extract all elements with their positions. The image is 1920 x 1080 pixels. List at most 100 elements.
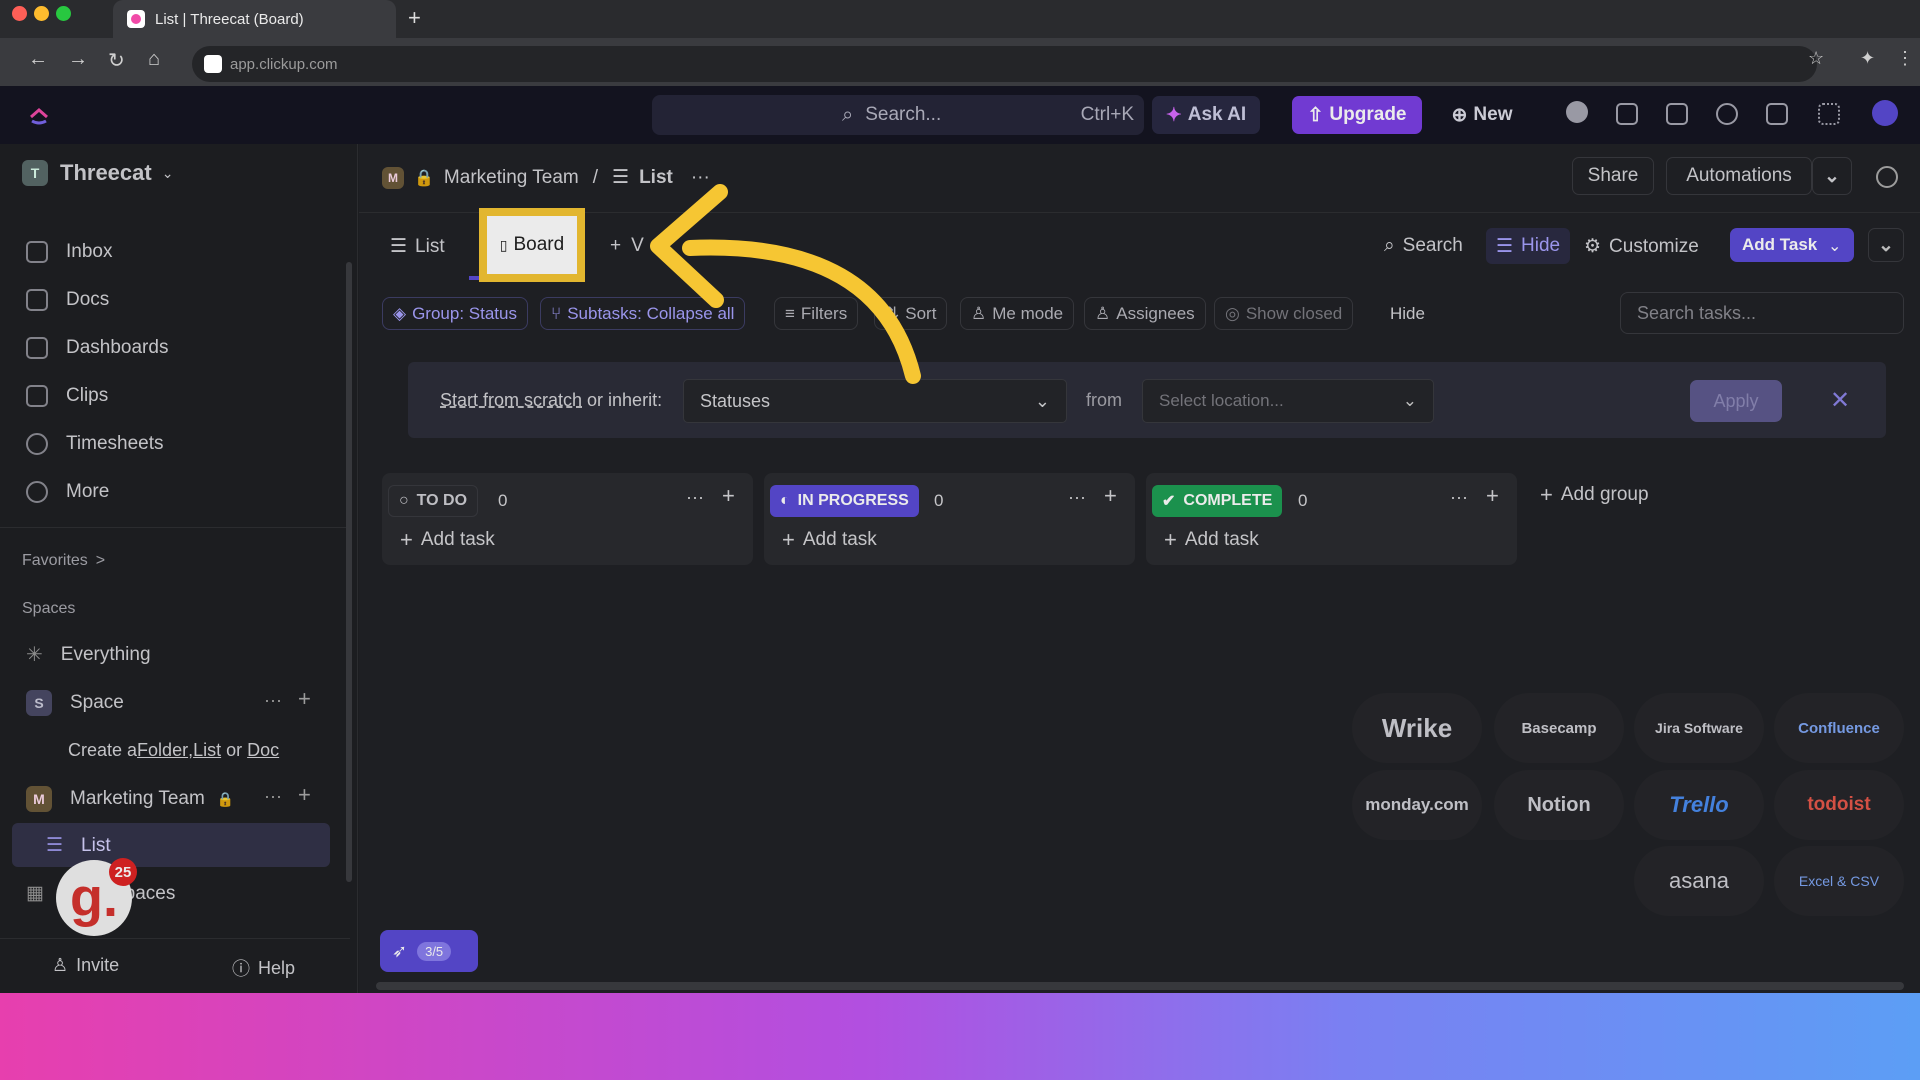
help-button[interactable]: ⓘ Help	[232, 955, 295, 981]
sidebar-divider	[0, 527, 350, 528]
clickup-favicon-icon	[127, 10, 145, 28]
home-icon[interactable]: ⌂	[148, 48, 160, 71]
tutorial-arrow-icon	[650, 184, 921, 384]
space-more-icon[interactable]: ···	[264, 690, 282, 711]
team-add-icon[interactable]: +	[298, 782, 311, 808]
group-status-chip[interactable]: ◈ Group: Status	[382, 297, 528, 330]
create-doc-link[interactable]: Doc	[247, 740, 279, 761]
sidebar-item-inbox[interactable]: Inbox	[26, 241, 112, 263]
global-search-input[interactable]: ⌕ Search... Ctrl+K	[652, 95, 1144, 135]
sidebar-item-timesheets[interactable]: Timesheets	[26, 433, 164, 455]
bookmark-star-icon[interactable]: ☆	[1808, 48, 1824, 69]
apps-grid-icon[interactable]	[1818, 103, 1840, 125]
gear-icon: ⚙	[1584, 236, 1602, 257]
hide-filter-button[interactable]: Hide	[1390, 304, 1425, 324]
sidebar-item-everything[interactable]: ✳ Everything	[26, 642, 151, 667]
wrike-logo[interactable]: Wrike	[1352, 693, 1482, 763]
excel-csv-logo[interactable]: Excel & CSV	[1774, 846, 1904, 916]
space-add-icon[interactable]: +	[298, 686, 311, 712]
jira-logo[interactable]: Jira Software	[1634, 693, 1764, 763]
customize-button[interactable]: ⚙ Customize	[1584, 235, 1699, 258]
reload-icon[interactable]: ↻	[108, 48, 125, 73]
hide-button[interactable]: ☰ Hide	[1486, 228, 1571, 264]
column-more-icon[interactable]: ···	[1068, 487, 1086, 508]
notion-logo[interactable]: Notion	[1494, 770, 1624, 840]
add-task-link[interactable]: + Add task	[782, 527, 877, 553]
add-task-link[interactable]: + Add task	[400, 527, 495, 553]
user-avatar[interactable]	[1872, 100, 1898, 126]
tab-board[interactable]: ▯ Board	[487, 216, 577, 274]
column-add-icon[interactable]: +	[1104, 483, 1117, 509]
notepad-icon[interactable]	[1616, 103, 1638, 125]
onboarding-checklist-button[interactable]: ➶ 3/5	[380, 930, 478, 972]
close-icon[interactable]: ✕	[1830, 386, 1850, 415]
video-icon[interactable]	[1666, 103, 1688, 125]
new-tab-button[interactable]: +	[408, 5, 421, 31]
progress-icon: ◐	[780, 492, 790, 509]
status-badge: ○ TO DO	[388, 485, 479, 517]
automations-dropdown-icon[interactable]: ⌄	[1812, 157, 1852, 195]
workspace-switcher[interactable]: T Threecat ⌄	[22, 160, 173, 186]
sidebar-scrollbar[interactable]	[346, 262, 352, 882]
forward-icon[interactable]: →	[68, 48, 88, 71]
add-view-button[interactable]: + V	[610, 235, 644, 257]
alarm-icon[interactable]	[1716, 103, 1738, 125]
basecamp-logo[interactable]: Basecamp	[1494, 693, 1624, 763]
assignees-chip[interactable]: ♙ Assignees	[1084, 297, 1206, 330]
back-icon[interactable]: ←	[28, 48, 48, 71]
breadcrumb-team[interactable]: Marketing Team	[444, 167, 579, 189]
sidebar-item-list[interactable]: ☰ List	[46, 834, 111, 857]
location-select[interactable]: Select location... ⌄	[1142, 379, 1434, 423]
ask-ai-button[interactable]: ✦ Ask AI	[1152, 96, 1260, 134]
maximize-window-button[interactable]	[56, 6, 71, 21]
extensions-icon[interactable]: ✦	[1860, 48, 1875, 69]
layers-icon: ◈	[393, 303, 407, 323]
clickup-logo-icon[interactable]	[28, 103, 50, 125]
column-more-icon[interactable]: ···	[686, 487, 704, 508]
check-circle-icon[interactable]	[1566, 101, 1588, 123]
create-folder-link[interactable]: Folder	[137, 740, 188, 761]
column-add-icon[interactable]: +	[1486, 483, 1499, 509]
browser-tab[interactable]: List | Threecat (Board)	[113, 0, 396, 38]
sidebar-item-space[interactable]: S Space	[26, 690, 124, 716]
sidebar-item-clips[interactable]: Clips	[26, 385, 108, 407]
collapse-toolbar-icon[interactable]: ⌄	[1868, 228, 1904, 262]
sidebar-item-dashboards[interactable]: Dashboards	[26, 337, 168, 359]
sidebar-item-more[interactable]: More	[26, 481, 109, 503]
new-button[interactable]: ⊕ New	[1440, 96, 1524, 134]
search-button[interactable]: ⌕ Search	[1384, 235, 1463, 257]
tab-list[interactable]: ☰ List	[390, 235, 445, 258]
start-from-scratch-link[interactable]: Start from scratch	[440, 390, 582, 411]
chat-icon[interactable]	[1876, 166, 1898, 188]
sidebar-item-docs[interactable]: Docs	[26, 289, 109, 311]
share-button[interactable]: Share	[1572, 157, 1654, 195]
monday-logo[interactable]: monday.com	[1352, 770, 1482, 840]
add-task-dropdown-icon[interactable]: ⌄	[1828, 236, 1841, 256]
add-group-button[interactable]: + Add group	[1540, 482, 1649, 508]
asana-logo[interactable]: asana	[1634, 846, 1764, 916]
close-window-button[interactable]	[12, 6, 27, 21]
trello-logo[interactable]: Trello	[1634, 770, 1764, 840]
plus-icon: +	[610, 235, 622, 256]
upgrade-button[interactable]: ⇧ Upgrade	[1292, 96, 1422, 134]
minimize-window-button[interactable]	[34, 6, 49, 21]
create-list-link[interactable]: List	[193, 740, 221, 761]
address-bar[interactable]: app.clickup.com	[192, 46, 1817, 82]
add-task-link[interactable]: + Add task	[1164, 527, 1259, 553]
show-closed-chip[interactable]: ◎ Show closed	[1214, 297, 1354, 330]
search-tasks-input[interactable]: Search tasks...	[1620, 292, 1904, 334]
browser-menu-icon[interactable]: ⋮	[1896, 48, 1914, 69]
favorites-section[interactable]: Favorites >	[22, 552, 105, 570]
todoist-logo[interactable]: todoist	[1774, 770, 1904, 840]
invite-button[interactable]: ♙ Invite	[52, 955, 119, 976]
document-icon[interactable]	[1766, 103, 1788, 125]
sidebar-item-marketing-team[interactable]: M Marketing Team 🔒	[26, 786, 234, 812]
automations-button[interactable]: Automations	[1666, 157, 1812, 195]
column-add-icon[interactable]: +	[722, 483, 735, 509]
apply-button[interactable]: Apply	[1690, 380, 1782, 422]
me-mode-chip[interactable]: ♙ Me mode	[960, 297, 1075, 330]
column-more-icon[interactable]: ···	[1450, 487, 1468, 508]
team-more-icon[interactable]: ···	[264, 786, 282, 807]
confluence-logo[interactable]: Confluence	[1774, 693, 1904, 763]
horizontal-scrollbar[interactable]	[376, 982, 1904, 990]
